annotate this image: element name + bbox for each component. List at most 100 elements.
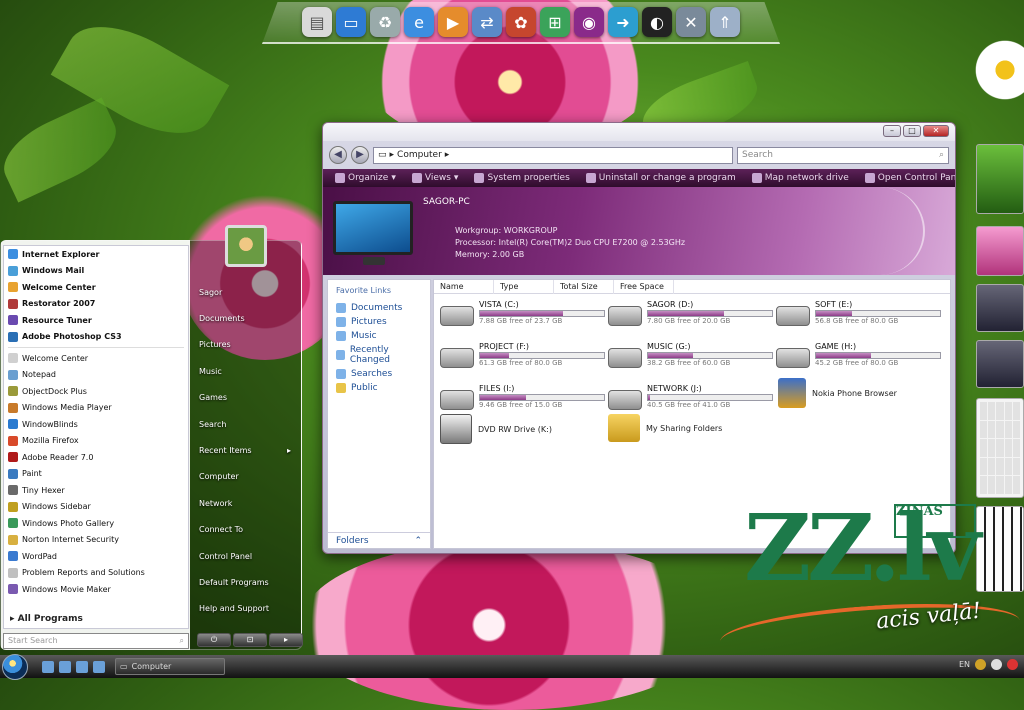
- start-button[interactable]: [2, 653, 28, 680]
- slideshow-gadget[interactable]: [976, 144, 1024, 214]
- dvd-drive-item[interactable]: DVD RW Drive (K:): [440, 414, 552, 444]
- drive-item[interactable]: FILES (I:) 9.46 GB free of 15.0 GB: [440, 384, 605, 416]
- video-icon[interactable]: ◐: [642, 7, 672, 37]
- drive-item[interactable]: SAGOR (D:) 7.80 GB free of 20.0 GB: [608, 300, 773, 332]
- pinned-program-item[interactable]: Welcome Center: [4, 279, 188, 296]
- start-menu-link[interactable]: Pictures: [199, 332, 299, 358]
- recent-program-item[interactable]: Problem Reports and Solutions: [4, 565, 188, 582]
- start-menu-link[interactable]: Connect To: [199, 517, 299, 543]
- address-bar[interactable]: ▭ ▸ Computer ▸: [373, 146, 733, 164]
- network-icon[interactable]: ⇄: [472, 7, 502, 37]
- views-button[interactable]: Views ▾: [406, 173, 465, 183]
- recent-program-item[interactable]: Windows Media Player: [4, 400, 188, 417]
- start-menu-link[interactable]: Documents: [199, 305, 299, 331]
- calendar-day-cell[interactable]: [980, 476, 988, 494]
- start-menu-link[interactable]: Search: [199, 411, 299, 437]
- title-bar[interactable]: – □ ✕: [323, 123, 955, 141]
- favorite-link-music[interactable]: Music: [328, 329, 430, 343]
- recent-program-item[interactable]: Paint: [4, 466, 188, 483]
- calendar-day-cell[interactable]: [996, 439, 1004, 457]
- favorite-link-documents[interactable]: Documents: [328, 301, 430, 315]
- recent-program-item[interactable]: Welcome Center: [4, 350, 188, 367]
- calendar-day-cell[interactable]: [980, 420, 988, 439]
- calendar-day-cell[interactable]: [988, 439, 996, 457]
- calendar-day-cell[interactable]: [980, 402, 988, 420]
- calendar-day-cell[interactable]: [996, 420, 1004, 439]
- forward-button[interactable]: ▶: [351, 146, 369, 164]
- rocket-icon[interactable]: ⇑: [710, 7, 740, 37]
- calendar-day-cell[interactable]: [996, 457, 1004, 476]
- recent-program-item[interactable]: Windows Sidebar: [4, 499, 188, 516]
- favorite-link-recently-changed[interactable]: Recently Changed: [328, 343, 430, 367]
- system-properties-button[interactable]: System properties: [468, 173, 575, 183]
- column-header-type[interactable]: Type: [494, 279, 554, 294]
- favorite-link-pictures[interactable]: Pictures: [328, 315, 430, 329]
- calendar-day-cell[interactable]: [1012, 420, 1020, 439]
- calendar-day-cell[interactable]: [996, 402, 1004, 420]
- media-center-icon[interactable]: ◉: [574, 7, 604, 37]
- calendar-day-cell[interactable]: [988, 420, 996, 439]
- folders-toggle[interactable]: Folders ⌃: [328, 532, 430, 548]
- uninstall-program-button[interactable]: Uninstall or change a program: [580, 173, 742, 183]
- back-button[interactable]: ◀: [329, 146, 347, 164]
- my-sharing-folders-item[interactable]: My Sharing Folders: [608, 414, 722, 442]
- maximize-button[interactable]: □: [903, 125, 921, 137]
- pinned-program-item[interactable]: Restorator 2007: [4, 296, 188, 313]
- show-desktop-icon[interactable]: [42, 660, 54, 673]
- media-player-icon[interactable]: [93, 660, 105, 673]
- minimize-button[interactable]: –: [883, 125, 901, 137]
- pinned-program-item[interactable]: Internet Explorer: [4, 246, 188, 263]
- user-avatar[interactable]: [225, 225, 267, 267]
- shutdown-options-button[interactable]: ▸: [269, 633, 303, 647]
- recent-program-item[interactable]: ObjectDock Plus: [4, 383, 188, 400]
- start-menu-link[interactable]: Network: [199, 490, 299, 516]
- recent-program-item[interactable]: Windows Photo Gallery: [4, 515, 188, 532]
- calendar-day-cell[interactable]: [1012, 457, 1020, 476]
- organize-button[interactable]: Organize ▾: [329, 173, 402, 183]
- calendar-day-cell[interactable]: [1004, 476, 1012, 494]
- start-menu-link[interactable]: Sagor: [199, 279, 299, 305]
- calendar-day-cell[interactable]: [988, 457, 996, 476]
- recent-program-item[interactable]: Notepad: [4, 367, 188, 384]
- calendar-day-cell[interactable]: [1012, 439, 1020, 457]
- search-icon[interactable]: ⌕: [939, 150, 944, 160]
- start-menu-link[interactable]: Recent Items ▸: [199, 437, 299, 463]
- nokia-phone-browser-item[interactable]: Nokia Phone Browser: [778, 378, 897, 408]
- calendar-day-cell[interactable]: [980, 439, 988, 457]
- drive-item[interactable]: SOFT (E:) 56.8 GB free of 80.0 GB: [776, 300, 941, 332]
- volume-tray-icon[interactable]: [991, 659, 1002, 670]
- recent-program-item[interactable]: Adobe Reader 7.0: [4, 449, 188, 466]
- recent-program-item[interactable]: Norton Internet Security: [4, 532, 188, 549]
- calendar-day-cell[interactable]: [1012, 402, 1020, 420]
- recent-program-item[interactable]: Mozilla Firefox: [4, 433, 188, 450]
- drive-item[interactable]: MUSIC (G:) 38.2 GB free of 60.0 GB: [608, 342, 773, 374]
- language-indicator[interactable]: EN: [959, 660, 970, 669]
- media-player-icon[interactable]: ▶: [438, 7, 468, 37]
- calendar-day-cell[interactable]: [1004, 439, 1012, 457]
- drive-item[interactable]: GAME (H:) 45.2 GB free of 80.0 GB: [776, 342, 941, 374]
- calendar-day-cell[interactable]: [988, 476, 996, 494]
- documents-icon[interactable]: ▤: [302, 7, 332, 37]
- switch-windows-icon[interactable]: [59, 660, 71, 673]
- pinned-program-item[interactable]: Adobe Photoshop CS3: [4, 329, 188, 346]
- calendar-day-cell[interactable]: [1004, 420, 1012, 439]
- start-menu-link[interactable]: Control Panel: [199, 543, 299, 569]
- firefox-icon[interactable]: ➜: [608, 7, 638, 37]
- open-control-panel-button[interactable]: Open Control Panel: [859, 173, 955, 183]
- recent-program-item[interactable]: WindowBlinds: [4, 416, 188, 433]
- taskbar-button-computer[interactable]: ▭ Computer: [115, 658, 225, 675]
- start-menu-link[interactable]: Help and Support: [199, 596, 299, 622]
- calendar-day-cell[interactable]: [1004, 457, 1012, 476]
- start-menu-link[interactable]: Default Programs: [199, 569, 299, 595]
- security-tray-icon[interactable]: [1007, 659, 1018, 670]
- recent-program-item[interactable]: Tiny Hexer: [4, 482, 188, 499]
- power-button[interactable]: ⏻: [197, 633, 231, 647]
- calendar-day-cell[interactable]: [1012, 476, 1020, 494]
- cpu-meter-gadget[interactable]: [976, 226, 1024, 276]
- windows-logo-icon[interactable]: ⊞: [540, 7, 570, 37]
- calendar-gadget[interactable]: [976, 398, 1024, 498]
- drive-item[interactable]: VISTA (C:) 7.88 GB free of 23.7 GB: [440, 300, 605, 332]
- calendar-day-cell[interactable]: [988, 402, 996, 420]
- recent-program-item[interactable]: WordPad: [4, 548, 188, 565]
- lock-button[interactable]: ⊡: [233, 633, 267, 647]
